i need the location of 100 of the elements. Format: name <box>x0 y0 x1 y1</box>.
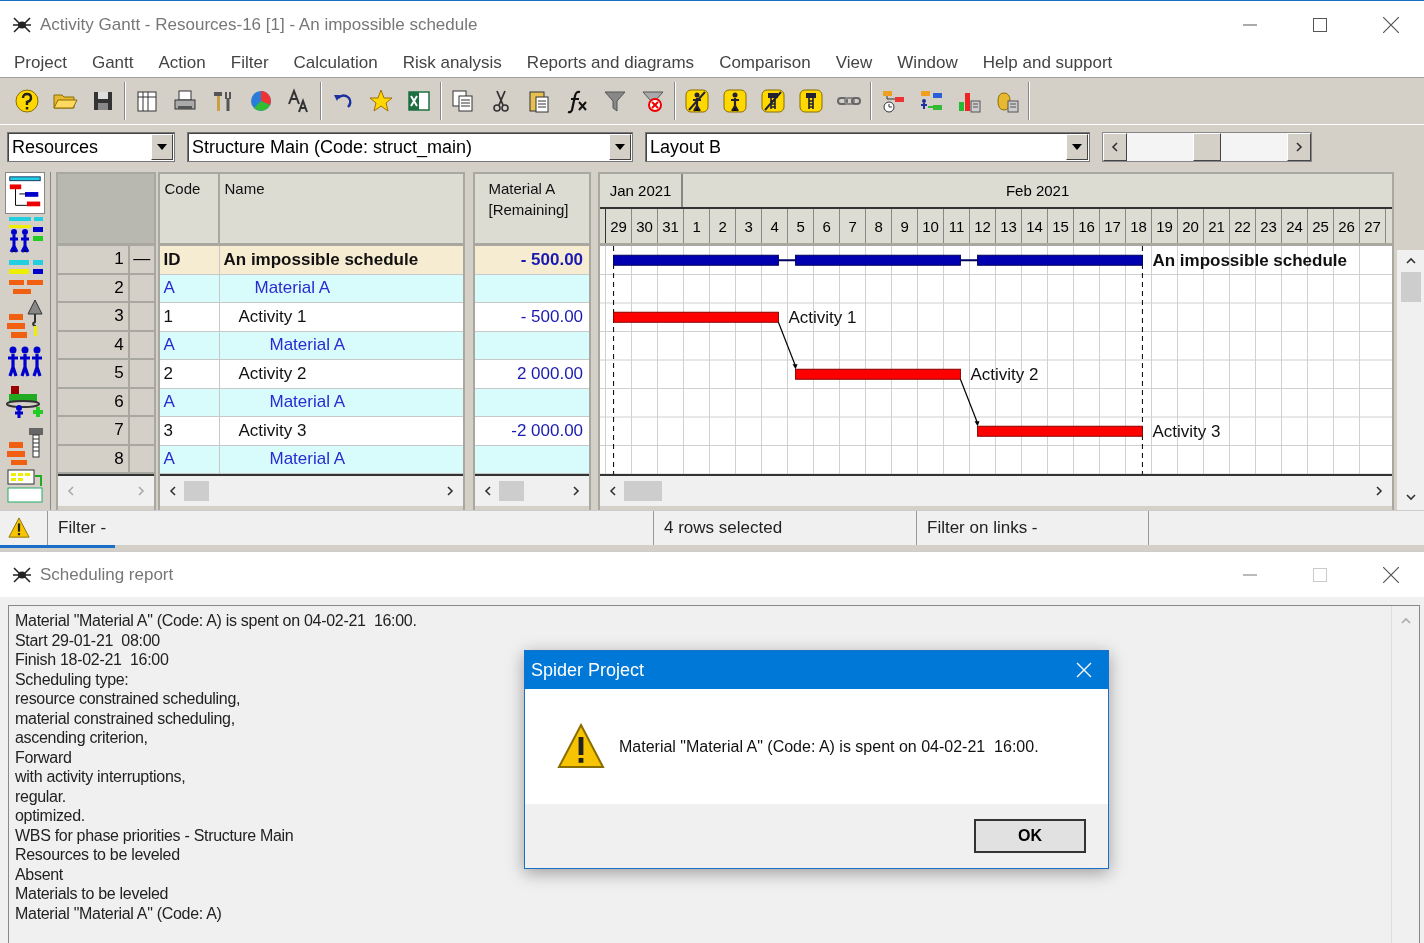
table-row[interactable]: A Material A <box>159 388 464 417</box>
column-header[interactable]: Name <box>219 174 464 243</box>
bricks-trowel-icon[interactable] <box>4 298 45 340</box>
dropdown[interactable]: Structure Main (Code: struct_main) <box>187 132 633 162</box>
report-line: resource constrained scheduling, <box>15 689 241 709</box>
menu-item[interactable]: Window <box>897 52 958 73</box>
horizontal-scrollbar[interactable] <box>1102 132 1312 162</box>
day-header: 25 <box>1308 209 1335 243</box>
person-icon[interactable] <box>722 88 748 114</box>
row-number: 3 <box>57 303 130 330</box>
scrollbar-thumb[interactable] <box>1193 133 1221 161</box>
row-header[interactable]: 8 <box>57 445 154 474</box>
horizontal-scrollbar[interactable] <box>600 476 1393 506</box>
row-header[interactable]: 3 <box>57 303 154 332</box>
table-cell: A <box>159 388 220 416</box>
pie-chart-icon[interactable] <box>248 88 274 114</box>
table-cell-text: Material A <box>268 391 347 414</box>
help-icon[interactable] <box>14 88 40 114</box>
report-line: WBS for phase priorities - Structure Main <box>15 825 294 845</box>
bar-label: Activity 1 <box>788 308 857 328</box>
horizontal-scrollbar[interactable] <box>475 476 590 506</box>
menu-item[interactable]: Action <box>158 52 206 73</box>
table-row[interactable]: A Material A <box>159 274 464 303</box>
menu-item[interactable]: Calculation <box>293 52 378 73</box>
report-line: optimized. <box>15 806 85 826</box>
scroll-left-icon[interactable] <box>1110 142 1120 152</box>
copy-icon[interactable] <box>450 88 476 114</box>
paste-icon[interactable] <box>526 88 552 114</box>
row-header[interactable]: 6 <box>57 388 154 417</box>
dropdown[interactable]: Resources <box>7 132 175 162</box>
report-line: ascending criterion, <box>15 728 148 748</box>
report-line: Finish 18-02-21 16:00 <box>15 650 169 670</box>
table-row[interactable]: A Material A <box>159 445 464 474</box>
person-crossed-icon[interactable] <box>684 88 710 114</box>
column-header[interactable]: Code <box>159 174 220 243</box>
table-row[interactable]: 1 Activity 1 <box>159 303 464 332</box>
table-row[interactable]: 2 Activity 2 <box>159 360 464 389</box>
window-title: Activity Gantt - Resources-16 [1] - An impossible schedule <box>40 14 478 35</box>
scroll-up-icon[interactable] <box>1405 256 1416 266</box>
scrollbar-thumb[interactable] <box>499 481 525 501</box>
menu-item[interactable]: View <box>835 52 873 73</box>
table-icon[interactable] <box>134 88 160 114</box>
table-cell-text: Material A <box>268 334 347 357</box>
scroll-left-icon[interactable] <box>167 486 178 496</box>
clear-filter-icon[interactable] <box>640 88 666 114</box>
scrollbar-thumb[interactable] <box>183 481 209 501</box>
report-line: Scheduling type: <box>15 669 129 689</box>
bolt-crossed-icon[interactable] <box>760 88 786 114</box>
day-header: 2 <box>710 209 737 243</box>
close-icon[interactable] <box>1383 16 1399 33</box>
row-header[interactable]: 1 — <box>57 246 154 275</box>
filter-icon[interactable] <box>602 88 628 114</box>
row-header[interactable]: 2 <box>57 274 154 303</box>
scroll-left-icon[interactable] <box>483 486 494 496</box>
scroll-right-icon[interactable] <box>445 486 456 496</box>
report-line: Absent <box>15 864 63 884</box>
row-header[interactable]: 5 <box>57 360 154 389</box>
ok-button[interactable]: OK <box>974 819 1086 853</box>
vertical-scrollbar[interactable] <box>1397 172 1424 510</box>
menu-item[interactable]: Project <box>14 52 67 73</box>
day-header: 9 <box>892 209 919 243</box>
table-row[interactable]: A Material A <box>159 331 464 360</box>
close-icon[interactable] <box>1383 566 1399 583</box>
scroll-right-icon[interactable] <box>1294 142 1304 152</box>
maximize-icon[interactable] <box>1313 17 1327 32</box>
scroll-right-icon[interactable] <box>571 486 582 496</box>
table-cell: - 500.00 <box>475 246 590 275</box>
menu-item[interactable]: Help and support <box>982 52 1113 73</box>
scrollbar-thumb[interactable] <box>624 481 663 501</box>
horizontal-scrollbar[interactable] <box>159 476 464 506</box>
day-header: 14 <box>1022 209 1049 243</box>
warning-icon <box>557 722 605 771</box>
table-row[interactable]: 3 Activity 3 <box>159 417 464 446</box>
menu-item[interactable]: Reports and diagrams <box>526 52 695 73</box>
menu-item[interactable]: Filter <box>230 52 269 73</box>
task-bar[interactable] <box>795 368 961 380</box>
table-row[interactable]: ID An impossible schedule <box>159 246 464 275</box>
task-bar[interactable] <box>977 425 1143 437</box>
menu-item[interactable]: Gantt <box>91 52 134 73</box>
gantt-icon[interactable] <box>4 172 45 214</box>
dropdown[interactable]: Layout B <box>645 132 1090 162</box>
summary-bar[interactable] <box>612 254 1144 266</box>
star-icon[interactable] <box>368 88 394 114</box>
bolt-icon[interactable] <box>798 88 824 114</box>
task-bar[interactable] <box>613 311 779 323</box>
column-header[interactable]: Material A [Remaining] <box>483 174 584 243</box>
row-header[interactable]: 7 <box>57 417 154 446</box>
scroll-left-icon[interactable] <box>608 486 619 496</box>
spreadsheet-icon[interactable] <box>406 88 432 114</box>
row-number: 8 <box>57 445 130 472</box>
day-header: 16 <box>1074 209 1101 243</box>
hierarchy-icon[interactable] <box>880 88 906 114</box>
scroll-right-icon[interactable] <box>1374 486 1385 496</box>
report-line: Start 29-01-21 08:00 <box>15 630 160 650</box>
scrollbar-thumb[interactable] <box>1400 272 1421 302</box>
menu-item[interactable]: Risk analysis <box>402 52 502 73</box>
row-header[interactable]: 4 <box>57 331 154 360</box>
scroll-down-icon[interactable] <box>1405 492 1416 502</box>
collapse-toggle[interactable]: — <box>133 249 151 270</box>
menu-item[interactable]: Comparison <box>719 52 811 73</box>
